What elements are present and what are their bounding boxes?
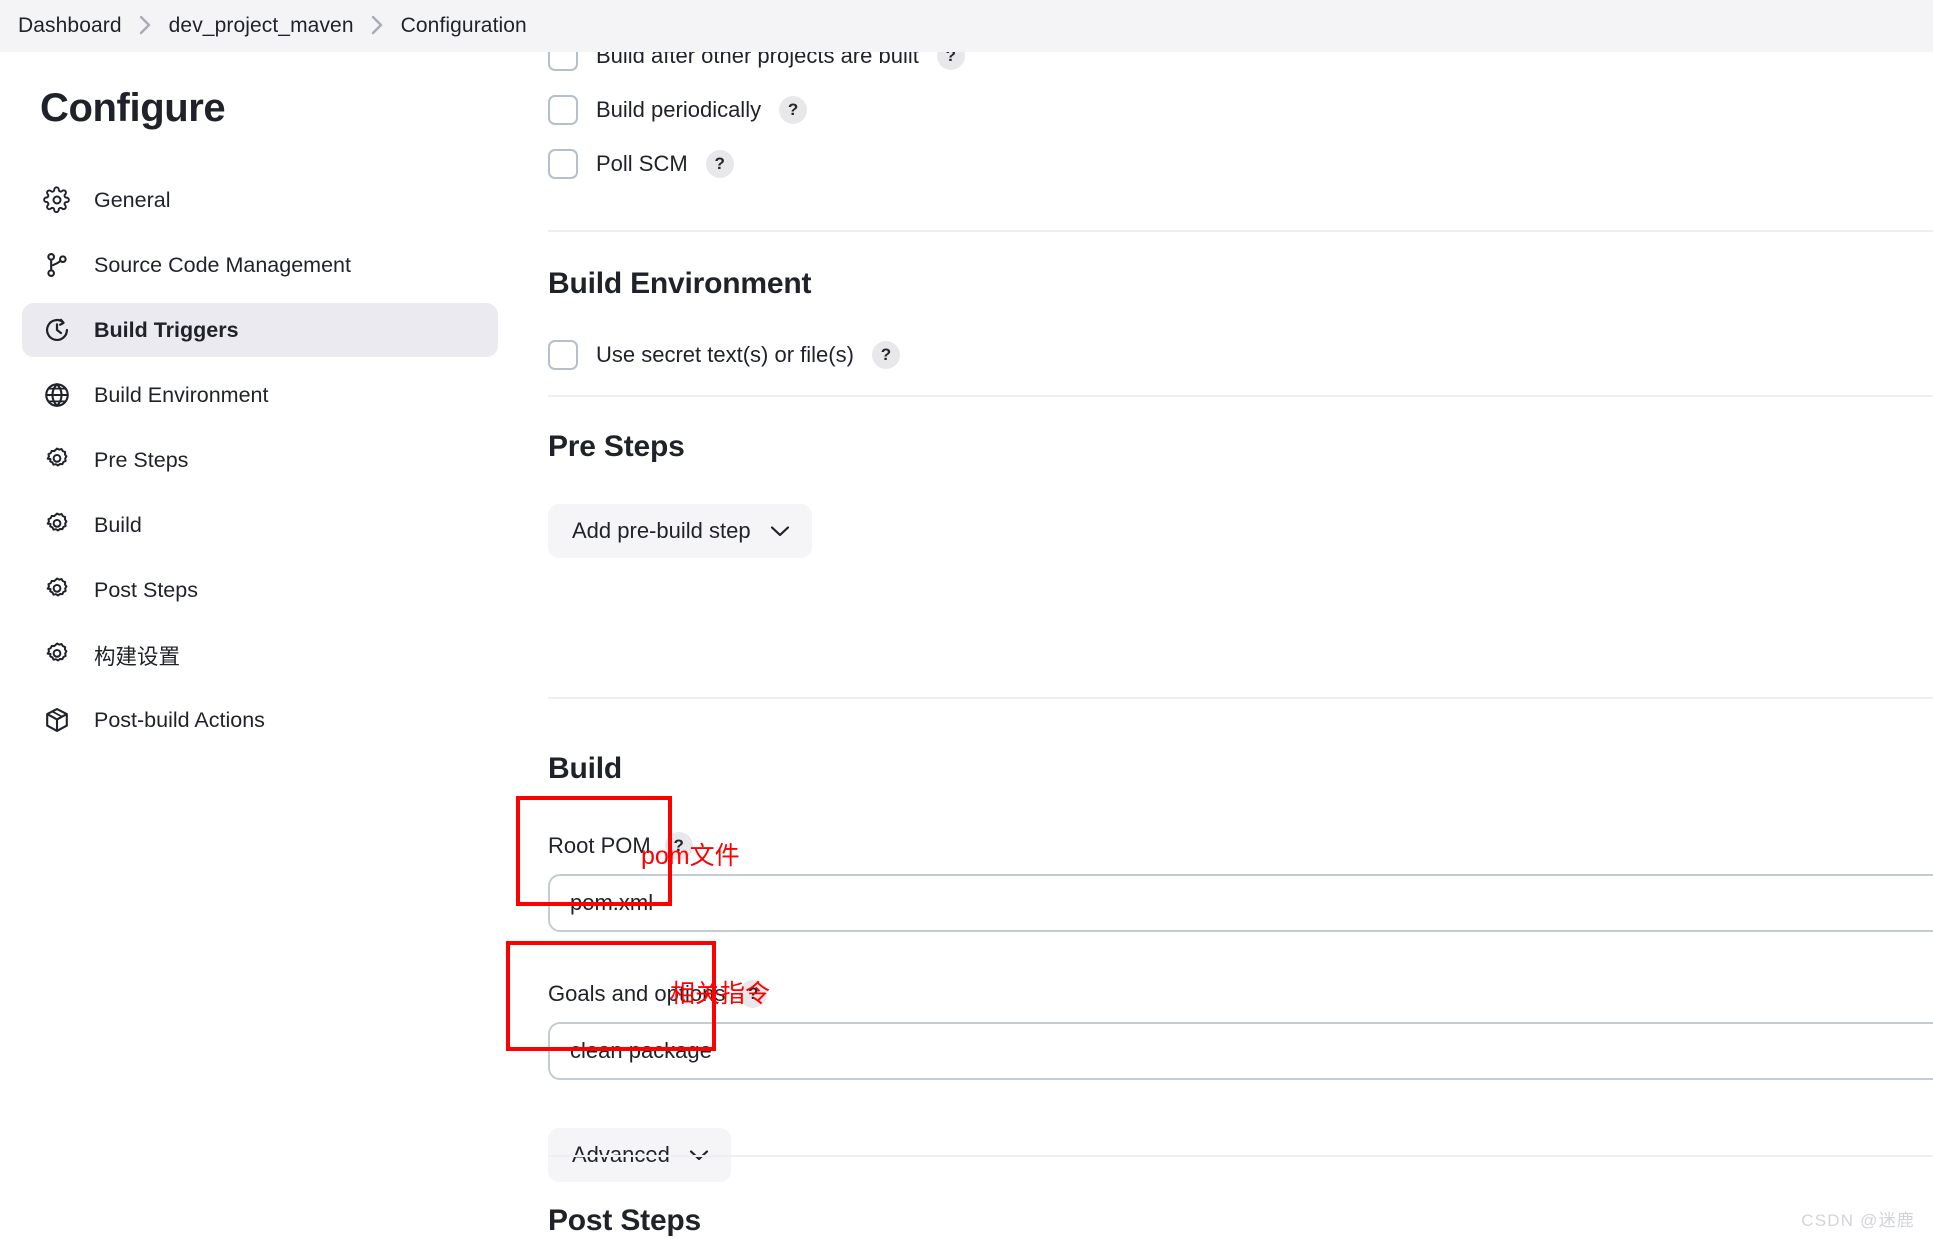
checkbox-label: Poll SCM [596,151,688,176]
chevron-down-icon [770,525,790,538]
sidebar-item-post-steps[interactable]: Post Steps [22,563,498,617]
git-branch-icon [42,250,72,280]
globe-icon [42,380,72,410]
main-content: Build after other projects are built ? B… [520,41,1933,1241]
gear-icon [42,185,72,215]
sidebar-item-label: Source Code Management [94,252,351,277]
sidebar-item-label: General [94,187,171,212]
sidebar-item-label: Build Triggers [94,317,239,342]
section-divider [548,1155,1933,1157]
section-heading-post-steps: Post Steps [548,1204,702,1237]
breadcrumb-item-project[interactable]: dev_project_maven [169,14,354,38]
sidebar-item-build[interactable]: Build [22,498,498,552]
checkbox-build-periodically[interactable] [548,95,578,125]
watermark: CSDN @迷鹿 [1801,1211,1915,1230]
pre-steps-section: Pre Steps Add pre-build step [520,430,1933,558]
section-divider [548,395,1933,397]
sidebar-item-build-triggers[interactable]: Build Triggers [22,303,498,357]
sidebar-item-build-settings-cn[interactable]: 构建设置 [22,628,498,682]
sidebar-item-label: Build [94,512,142,537]
section-heading-pre-steps: Pre Steps [548,430,685,463]
checkbox-poll-scm[interactable] [548,149,578,179]
add-pre-build-step-label: Add pre-build step [572,518,751,543]
checkbox-row-use-secret-text-or-files[interactable]: Use secret text(s) or file(s) ? [520,333,1933,377]
root-pom-field[interactable] [548,874,1933,932]
gear-icon [42,510,72,540]
root-pom-label: Root POM [548,833,651,858]
add-pre-build-step-button[interactable]: Add pre-build step [548,504,812,558]
clock-icon [42,315,72,345]
sidebar-item-pre-steps[interactable]: Pre Steps [22,433,498,487]
build-triggers-checkbox-group: Build after other projects are built ? B… [520,34,1933,186]
breadcrumb: Dashboard dev_project_maven Configuratio… [0,0,1933,52]
checkbox-row-poll-scm[interactable]: Poll SCM ? [520,142,1933,186]
section-divider [548,230,1933,232]
gear-icon [42,445,72,475]
breadcrumb-item-dashboard[interactable]: Dashboard [18,14,122,38]
section-divider [548,697,1933,699]
checkbox-use-secret-text-or-files[interactable] [548,340,578,370]
gear-icon [42,640,72,670]
build-section: Build Root POM ? Goals and options ? Adv… [520,752,1933,1182]
help-icon[interactable]: ? [779,96,808,124]
checkbox-label: Build periodically [596,97,762,122]
section-heading-build: Build [548,752,622,785]
sidebar-item-source-code-management[interactable]: Source Code Management [22,238,498,292]
sidebar-item-general[interactable]: General [22,173,498,227]
annotation-label-root-pom: pom文件 [641,842,740,870]
sidebar-item-label: 构建设置 [94,644,181,669]
build-environment-section: Build Environment Use secret text(s) or … [520,267,1933,377]
sidebar-item-post-build-actions[interactable]: Post-build Actions [22,693,498,747]
sidebar-item-build-environment[interactable]: Build Environment [22,368,498,422]
gear-icon [42,575,72,605]
checkbox-label: Use secret text(s) or file(s) [596,342,854,367]
sidebar: Configure General Source Code Management… [0,52,520,758]
sidebar-item-label: Build Environment [94,382,269,407]
sidebar-nav: General Source Code Management Build Tri… [0,173,520,747]
help-icon[interactable]: ? [871,341,900,369]
checkbox-row-build-periodically[interactable]: Build periodically ? [520,88,1933,132]
sidebar-item-label: Pre Steps [94,447,189,472]
sidebar-item-label: Post-build Actions [94,707,265,732]
chevron-right-icon [371,15,384,35]
chevron-right-icon [139,15,152,35]
page-title: Configure [40,86,226,130]
goals-and-options-field[interactable] [548,1022,1933,1080]
sidebar-item-label: Post Steps [94,577,198,602]
section-heading-build-environment: Build Environment [548,267,812,300]
help-icon[interactable]: ? [705,150,734,178]
breadcrumb-item-configuration[interactable]: Configuration [401,14,527,38]
post-steps-section: Post Steps [520,1204,1933,1238]
package-icon [42,705,72,735]
annotation-label-goals-and-options: 相关指令 [670,980,771,1008]
page-root: Dashboard dev_project_maven Configuratio… [0,0,1933,1241]
